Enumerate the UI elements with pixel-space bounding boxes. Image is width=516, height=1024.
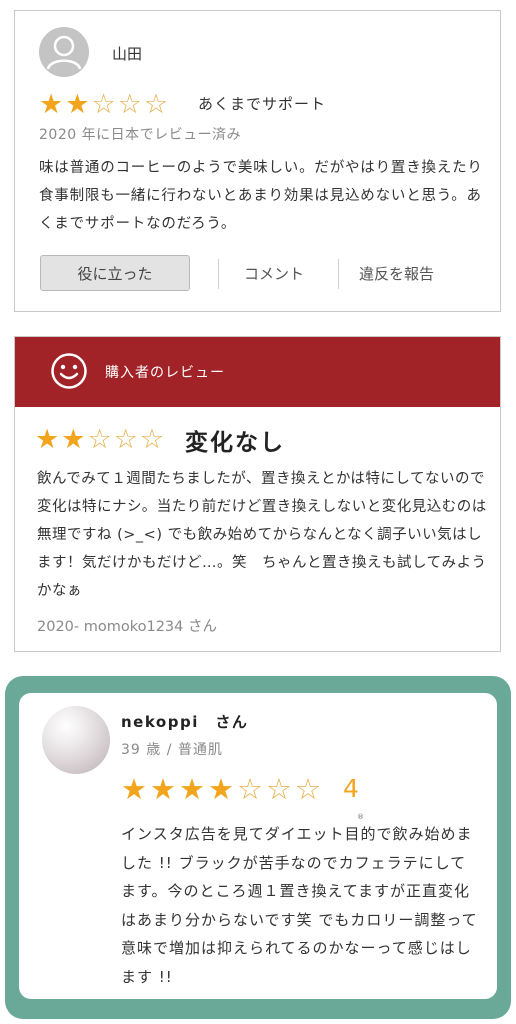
star-empty-icon: ☆ bbox=[117, 89, 142, 120]
divider bbox=[338, 259, 339, 289]
reviewer-name: 山田 bbox=[112, 45, 143, 63]
star-rating: ★ ★ ☆ ☆ ☆ bbox=[39, 91, 170, 118]
review-body: 飲んでみて１週間たちましたが、置き換えとかは特にしてないので変化は特にナシ。当た… bbox=[37, 471, 487, 599]
report-link[interactable]: 違反を報告 bbox=[359, 263, 434, 284]
review-title: 変化なし bbox=[185, 430, 285, 456]
divider bbox=[218, 259, 219, 289]
star-filled-icon: ★ bbox=[121, 772, 147, 806]
star-filled-icon: ★ bbox=[150, 772, 176, 806]
smiley-face-icon bbox=[51, 353, 87, 389]
star-empty-icon: ☆ bbox=[266, 772, 292, 806]
star-filled-icon: ★ bbox=[39, 89, 64, 120]
star-filled-icon: ★ bbox=[65, 89, 90, 120]
buyer-review-header: 購入者のレビュー bbox=[15, 337, 500, 407]
review-date: 2020 年に日本でレビュー済み bbox=[39, 127, 242, 143]
star-empty-icon: ☆ bbox=[139, 424, 165, 455]
star-empty-icon: ☆ bbox=[87, 424, 112, 455]
star-filled-icon: ★ bbox=[208, 772, 234, 806]
review-card-2: 購入者のレビュー ★ ★ ☆ ☆ ☆ 変化なし 飲んでみて１週間たちましたが、置き換えと… bbox=[14, 336, 501, 652]
review-body: インスタ広告を見てダイエット目的で飲み始めました !! ブラックが苦手なのでカフ… bbox=[121, 825, 478, 986]
star-filled-icon: ★ bbox=[179, 772, 205, 806]
star-rating: ★ ★ ★ ★ ☆ ☆ ☆ bbox=[121, 775, 324, 804]
star-empty-icon: ☆ bbox=[143, 89, 169, 120]
star-empty-icon: ☆ bbox=[237, 772, 263, 806]
comment-link[interactable]: コメント bbox=[244, 263, 304, 284]
star-empty-icon: ☆ bbox=[113, 424, 138, 455]
review-title: あくまでサポート bbox=[198, 95, 327, 113]
star-empty-icon: ☆ bbox=[295, 772, 321, 806]
helpful-button[interactable]: 役に立った bbox=[40, 255, 190, 291]
reviewer-name: nekoppi さん bbox=[121, 713, 249, 731]
star-filled-icon: ★ bbox=[35, 424, 60, 455]
star-empty-icon: ☆ bbox=[91, 89, 116, 120]
review-body: 味は普通のコーヒーのようで美味しい。だがやはり置き換えたり食事制限も一緒に行わな… bbox=[39, 160, 483, 232]
star-rating: ★ ★ ☆ ☆ ☆ bbox=[35, 426, 166, 453]
buyer-review-label: 購入者のレビュー bbox=[105, 365, 225, 381]
review-meta: 2020- momoko1234 さん bbox=[37, 619, 217, 635]
review-card-1: 山田 ★ ★ ☆ ☆ ☆ あくまでサポート 2020 年に日本でレビュー済み 味は普通の… bbox=[14, 10, 501, 312]
star-filled-icon: ★ bbox=[61, 424, 86, 455]
avatar-icon bbox=[39, 27, 89, 77]
rating-number: 4 bbox=[343, 774, 359, 803]
reviewer-profile: 39 歳 / 普通肌 bbox=[121, 742, 223, 758]
avatar bbox=[42, 706, 110, 774]
